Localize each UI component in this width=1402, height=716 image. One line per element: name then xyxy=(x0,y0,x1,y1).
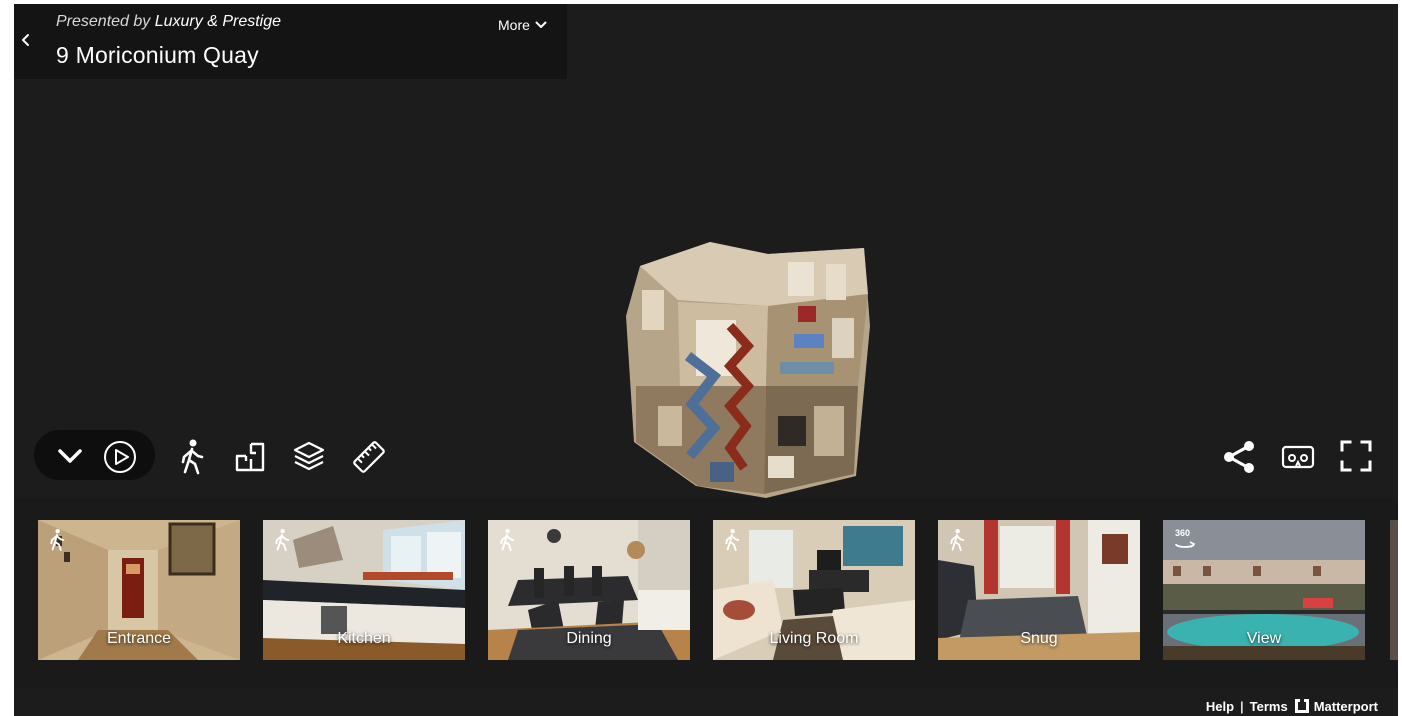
highlight-label: Snug xyxy=(1020,630,1058,647)
play-tour-button[interactable] xyxy=(102,439,138,480)
walk-icon xyxy=(50,528,65,552)
matterport-link[interactable]: Matterport xyxy=(1294,698,1378,714)
highlight-label: Entrance xyxy=(106,630,172,647)
layers-icon xyxy=(293,441,325,471)
highlight-label: View xyxy=(1246,630,1282,647)
more-button[interactable]: More xyxy=(498,17,547,33)
walk-icon xyxy=(181,439,204,475)
footer: Help | Terms Matterport xyxy=(1206,698,1378,714)
highlight-entrance[interactable]: Entrance xyxy=(38,520,240,660)
ruler-icon xyxy=(353,441,385,473)
fullscreen-icon xyxy=(1340,440,1372,472)
chevron-down-icon xyxy=(535,21,547,28)
more-label: More xyxy=(498,17,530,33)
highlight-label: Dining xyxy=(566,630,612,647)
share-button[interactable] xyxy=(1220,438,1258,481)
dollhouse-model[interactable] xyxy=(618,236,878,504)
highlight-next-peek[interactable] xyxy=(1390,520,1398,660)
presenter-name: Luxury & Prestige xyxy=(154,13,282,30)
collapse-button[interactable] xyxy=(56,444,84,473)
presented-prefix: Presented by xyxy=(56,13,151,30)
walk-icon xyxy=(500,528,515,552)
highlight-kitchen[interactable]: Kitchen xyxy=(263,520,465,660)
floorplan-button[interactable] xyxy=(234,441,266,478)
highlight-dining[interactable]: Dining xyxy=(488,520,690,660)
back-button[interactable] xyxy=(18,28,34,52)
measure-button[interactable] xyxy=(350,438,388,481)
footer-separator: | xyxy=(1240,698,1244,714)
tour-header: Presented by Luxury & Prestige 9 Moricon… xyxy=(14,4,567,79)
matterport-logo-icon xyxy=(1294,699,1309,713)
help-link[interactable]: Help xyxy=(1206,699,1234,714)
walk-icon xyxy=(950,528,965,552)
fullscreen-button[interactable] xyxy=(1338,438,1374,479)
presented-by: Presented by Luxury & Prestige xyxy=(56,13,281,31)
floorplan-icon xyxy=(235,442,265,472)
highlight-snug[interactable]: Snug xyxy=(938,520,1140,660)
chevron-left-icon xyxy=(22,34,29,46)
highlight-view[interactable]: 360 View xyxy=(1163,520,1365,660)
highlight-living-room[interactable]: Living Room xyxy=(713,520,915,660)
highlight-label: Kitchen xyxy=(337,630,391,647)
matterport-label: Matterport xyxy=(1313,698,1378,714)
chevron-down-icon xyxy=(58,449,82,463)
terms-link[interactable]: Terms xyxy=(1250,699,1288,714)
vr-icon xyxy=(1281,445,1315,469)
vr-button[interactable] xyxy=(1280,442,1316,477)
highlight-reel: Entrance Kitchen Dining Living Room Snug… xyxy=(14,498,1398,688)
walkthrough-button[interactable] xyxy=(178,438,206,481)
floors-button[interactable] xyxy=(292,439,326,478)
share-icon xyxy=(1224,441,1254,473)
tour-frame: Presented by Luxury & Prestige 9 Moricon… xyxy=(14,4,1398,716)
360-icon: 360 xyxy=(1173,528,1197,552)
highlight-label: Living Room xyxy=(769,630,859,647)
walk-icon xyxy=(275,528,290,552)
3d-viewport[interactable]: Presented by Luxury & Prestige 9 Moricon… xyxy=(14,4,1398,498)
play-icon xyxy=(104,441,136,473)
page-title: 9 Moriconium Quay xyxy=(56,42,259,68)
walk-icon xyxy=(725,528,740,552)
